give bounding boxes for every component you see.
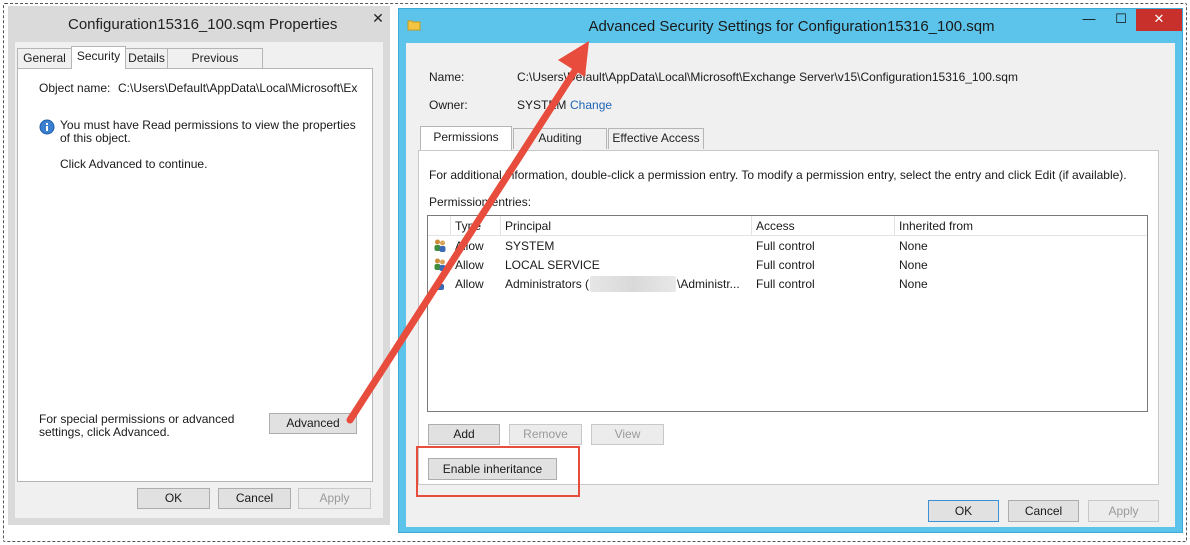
annotation-arrow	[346, 41, 589, 424]
tab-security[interactable]: Security	[71, 46, 126, 69]
tab-permissions[interactable]: Permissions	[420, 126, 512, 150]
